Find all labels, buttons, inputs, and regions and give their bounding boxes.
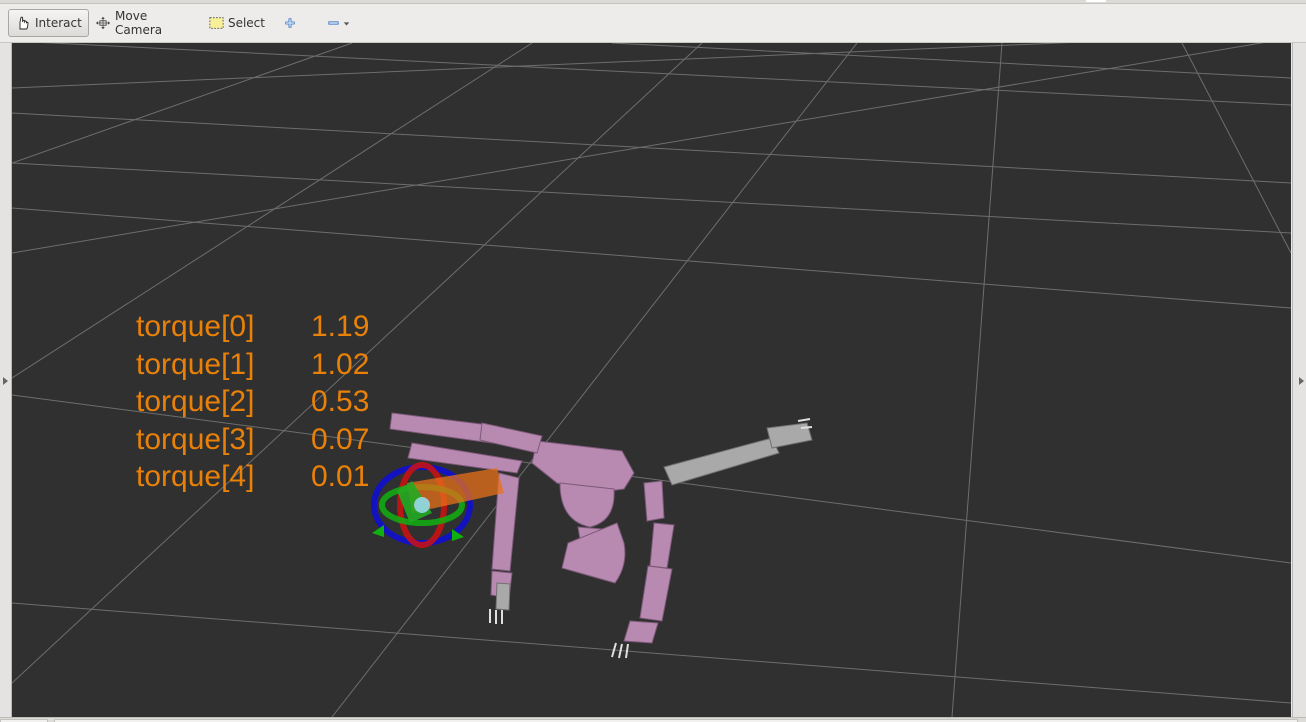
move-camera-icon (95, 16, 111, 30)
left-panel-collapse-handle[interactable] (0, 43, 12, 717)
expand-right-arrow-icon[interactable] (1299, 377, 1304, 385)
torque-value: 1.02 (311, 347, 370, 381)
move-camera-tool-label: Move Camera (115, 9, 163, 37)
right-shoulder-link (643, 480, 665, 522)
torque-value: 0.01 (311, 460, 370, 493)
tools-toolbar: Interact Move Camera Select (0, 4, 1306, 43)
interact-tool-label: Interact (35, 16, 82, 30)
torque-label: torque[2] (136, 385, 255, 418)
torque-value: 0.07 (311, 422, 370, 456)
select-tool-label: Select (227, 16, 265, 30)
minus-icon (328, 21, 339, 25)
move-camera-tool-button[interactable]: Move Camera (89, 9, 195, 37)
remove-tool-button[interactable] (322, 9, 360, 37)
add-tool-button[interactable] (279, 9, 305, 37)
torque-label: torque[0] (136, 310, 255, 343)
chevron-down-icon[interactable] (343, 19, 350, 28)
torque-label: torque[4] (136, 460, 255, 493)
expand-left-arrow-icon[interactable] (3, 377, 8, 385)
hand-pointer-icon (19, 16, 29, 30)
right-panel-collapse-handle[interactable] (1292, 43, 1306, 717)
3d-render-viewport[interactable]: torque[0] 1.19 torque[1] 1.02 torque[2] … (12, 43, 1291, 717)
torque-label: torque[3] (136, 422, 255, 456)
torque-row: torque[3] 0.07 (136, 421, 369, 459)
select-rectangle-icon (209, 17, 224, 29)
right-forearm-link (639, 565, 673, 622)
torque-row: torque[2] 0.53 (136, 383, 369, 421)
bottom-panel-splitter[interactable] (0, 717, 1306, 722)
title-nub (1086, 0, 1106, 2)
torque-value: 0.53 (311, 385, 370, 418)
torque-row: torque[0] 1.19 (136, 308, 369, 346)
interactive-marker (371, 462, 504, 548)
interact-tool-button[interactable]: Interact (8, 9, 89, 37)
plus-icon (285, 18, 295, 28)
torque-readout-overlay: torque[0] 1.19 torque[1] 1.02 torque[2] … (136, 308, 369, 496)
right-hand (623, 620, 659, 644)
torque-label: torque[1] (136, 347, 255, 381)
gripper-arm-link (663, 437, 780, 486)
torque-row: torque[1] 1.02 (136, 346, 369, 384)
select-tool-button[interactable]: Select (203, 9, 271, 37)
torque-value: 1.19 (311, 310, 370, 343)
robot-pelvis (559, 482, 615, 528)
torque-row: torque[4] 0.01 (136, 458, 369, 496)
